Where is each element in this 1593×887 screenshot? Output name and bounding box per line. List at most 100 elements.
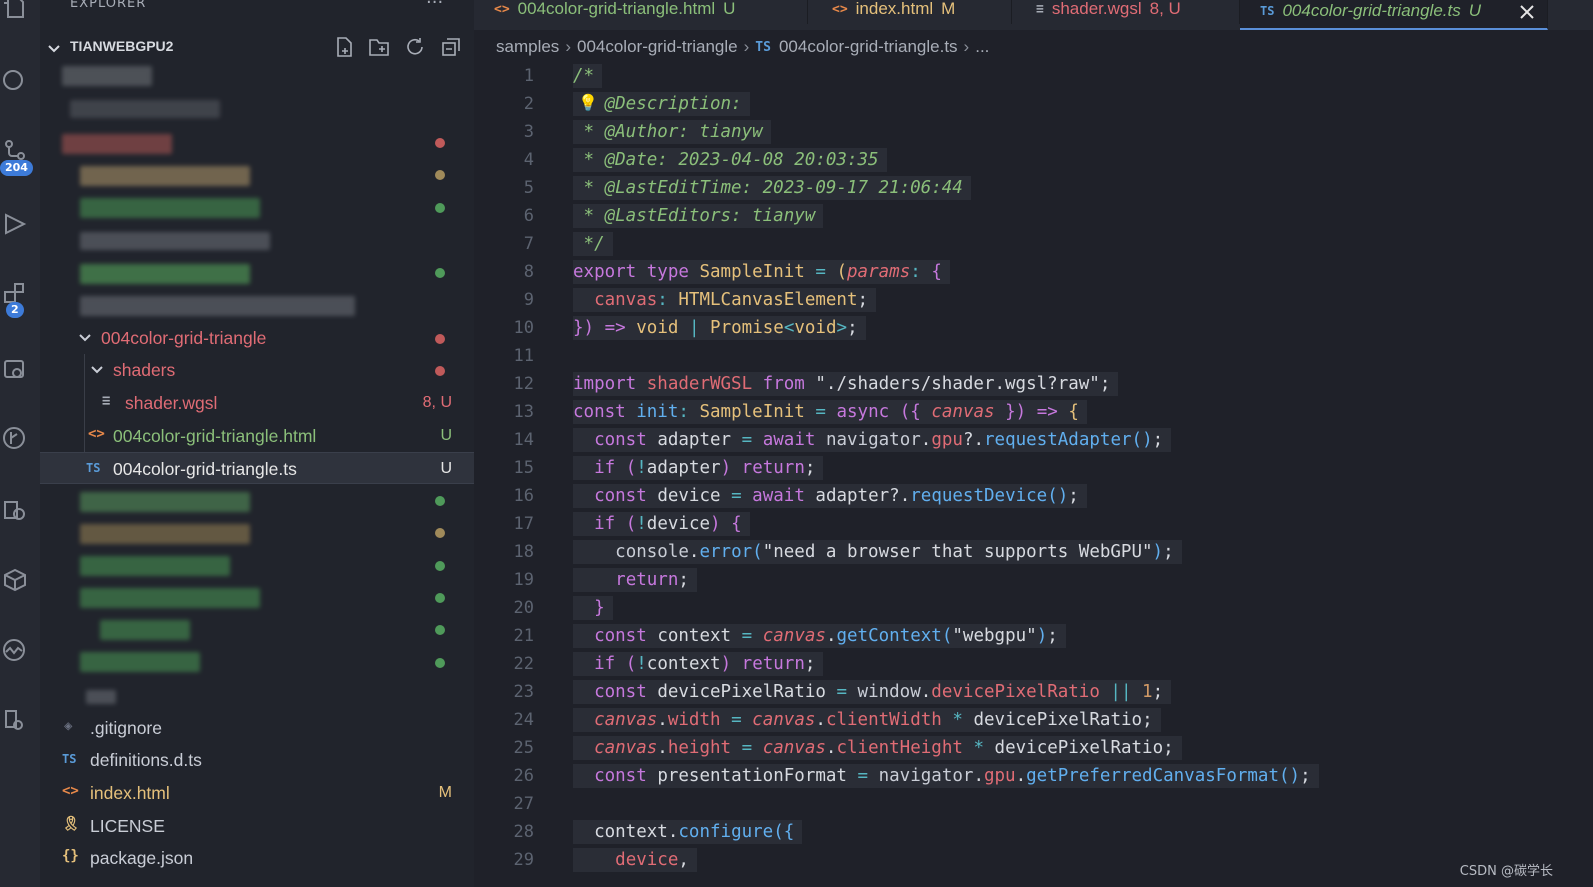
file-shader-wgsl[interactable]: ≡ shader.wgsl 8, U xyxy=(40,387,474,419)
blurred-file-item xyxy=(70,100,220,118)
file-label: LICENSE xyxy=(90,816,165,836)
code-line: */ xyxy=(573,232,613,256)
refresh-icon[interactable] xyxy=(404,36,426,58)
file-gitignore[interactable]: ◈ .gitignore xyxy=(40,712,474,744)
html-file-icon: <> xyxy=(832,1,848,17)
html-file-icon: <> xyxy=(494,1,510,17)
file-label: 004color-grid-triangle.ts xyxy=(113,459,297,479)
blurred-file-item xyxy=(100,620,190,640)
line-number: 24 xyxy=(513,710,534,730)
status-dot xyxy=(435,528,445,538)
explorer-icon[interactable] xyxy=(0,0,30,24)
status-dot xyxy=(435,496,445,506)
tab-status: U xyxy=(1468,1,1482,20)
file-status: U xyxy=(440,427,452,444)
package-icon[interactable] xyxy=(0,562,30,598)
code-line: if (!adapter) return; xyxy=(573,456,824,480)
lightbulb-icon[interactable]: 💡 xyxy=(578,93,598,112)
new-file-icon[interactable] xyxy=(334,36,356,58)
code-line: /* xyxy=(573,64,603,88)
file-index-html[interactable]: <> index.html M xyxy=(40,777,474,809)
line-number: 9 xyxy=(523,290,534,310)
chevron-right-icon: › xyxy=(963,37,970,56)
line-number: 25 xyxy=(513,738,534,758)
code-line: device, xyxy=(573,848,697,872)
collapse-all-icon[interactable] xyxy=(440,36,462,58)
code-line: canvas.height = canvas.clientHeight * de… xyxy=(573,736,1182,760)
line-number: 12 xyxy=(513,374,534,394)
code-line: * @Date: 2023-04-08 20:03:35 xyxy=(573,148,887,172)
blurred-file-item xyxy=(80,588,260,608)
blurred-file-item xyxy=(80,264,250,284)
blurred-file-item xyxy=(80,652,200,672)
file-html[interactable]: <> 004color-grid-triangle.html U xyxy=(40,420,474,452)
typescript-file-icon: TS xyxy=(86,461,101,475)
tab-index-html[interactable]: <> index.html M xyxy=(808,0,1012,24)
extensions-badge: 2 xyxy=(6,302,24,318)
breadcrumb-item[interactable]: ... xyxy=(975,37,989,57)
new-folder-icon[interactable] xyxy=(368,36,390,58)
line-number: 16 xyxy=(513,486,534,506)
breadcrumb-item[interactable]: 004color-grid-triangle xyxy=(577,37,738,57)
file-label: shader.wgsl xyxy=(125,393,218,413)
line-number: 3 xyxy=(523,122,534,142)
line-number: 18 xyxy=(513,542,534,562)
wgsl-file-icon: ≡ xyxy=(1036,1,1044,17)
line-number: 14 xyxy=(513,430,534,450)
file-package-json[interactable]: {} package.json xyxy=(40,842,474,874)
blurred-file-item xyxy=(80,166,250,186)
code-line: canvas.width = canvas.clientWidth * devi… xyxy=(573,708,1161,732)
folder-label: shaders xyxy=(113,360,176,380)
code-line: const devicePixelRatio = window.devicePi… xyxy=(573,680,1172,704)
tab-status: 8, U xyxy=(1149,0,1181,18)
breadcrumb-item[interactable]: samples xyxy=(496,37,559,57)
line-number: 27 xyxy=(513,794,534,814)
settings-sync-icon[interactable] xyxy=(0,702,30,738)
tab-ts-active[interactable]: TS 004color-grid-triangle.ts U xyxy=(1240,0,1548,30)
blurred-file-item xyxy=(62,134,172,154)
code-line: } xyxy=(573,596,613,620)
editor-area: <> 004color-grid-triangle.html U <> inde… xyxy=(474,0,1593,887)
remote-explorer-icon[interactable] xyxy=(0,352,30,388)
status-dot xyxy=(435,658,445,668)
git-graph-icon[interactable] xyxy=(0,420,30,456)
line-number: 11 xyxy=(513,346,534,366)
search-icon[interactable] xyxy=(0,62,30,98)
line-number: 8 xyxy=(523,262,534,282)
line-number: 26 xyxy=(513,766,534,786)
file-license[interactable]: 🎗 LICENSE xyxy=(40,810,474,842)
line-number: 19 xyxy=(513,570,534,590)
file-ts-selected[interactable]: TS 004color-grid-triangle.ts U xyxy=(40,452,474,484)
gitignore-file-icon: ◈ xyxy=(64,718,73,734)
code-line: return; xyxy=(573,568,697,592)
line-number: 23 xyxy=(513,682,534,702)
typescript-file-icon: TS xyxy=(62,752,77,766)
status-dot xyxy=(435,625,445,635)
run-debug-icon[interactable] xyxy=(0,206,30,242)
tab-shader-wgsl[interactable]: ≡ shader.wgsl 8, U xyxy=(1012,0,1240,24)
code-line: const adapter = await navigator.gpu?.req… xyxy=(573,428,1172,452)
folder-shaders[interactable]: shaders xyxy=(40,354,474,386)
code-line: const device = await adapter?.requestDev… xyxy=(573,484,1087,508)
workspace-title: TIANWEBGPU2 xyxy=(70,38,174,54)
code-line: }) => void | Promise<void>; xyxy=(573,316,866,340)
folder-label: 004color-grid-triangle xyxy=(101,328,267,348)
docker-icon[interactable] xyxy=(0,492,30,528)
code-line: @Description: xyxy=(573,92,750,116)
file-definitions[interactable]: TS definitions.d.ts xyxy=(40,744,474,776)
file-label: 004color-grid-triangle.html xyxy=(113,426,317,446)
code-line: const presentationFormat = navigator.gpu… xyxy=(573,764,1319,788)
close-icon[interactable] xyxy=(1520,4,1534,19)
breadcrumb-item[interactable]: 004color-grid-triangle.ts xyxy=(779,37,958,57)
workspace-header[interactable]: TIANWEBGPU2 xyxy=(40,34,474,60)
more-actions-button[interactable]: ··· xyxy=(426,0,443,13)
blurred-file-item xyxy=(80,198,260,218)
blurred-file-item xyxy=(80,524,250,544)
line-number: 10 xyxy=(513,318,534,338)
tab-html[interactable]: <> 004color-grid-triangle.html U xyxy=(474,0,808,24)
folder-004color-grid-triangle[interactable]: 004color-grid-triangle xyxy=(40,322,474,354)
timeline-icon[interactable] xyxy=(0,632,30,668)
status-dot xyxy=(435,561,445,571)
